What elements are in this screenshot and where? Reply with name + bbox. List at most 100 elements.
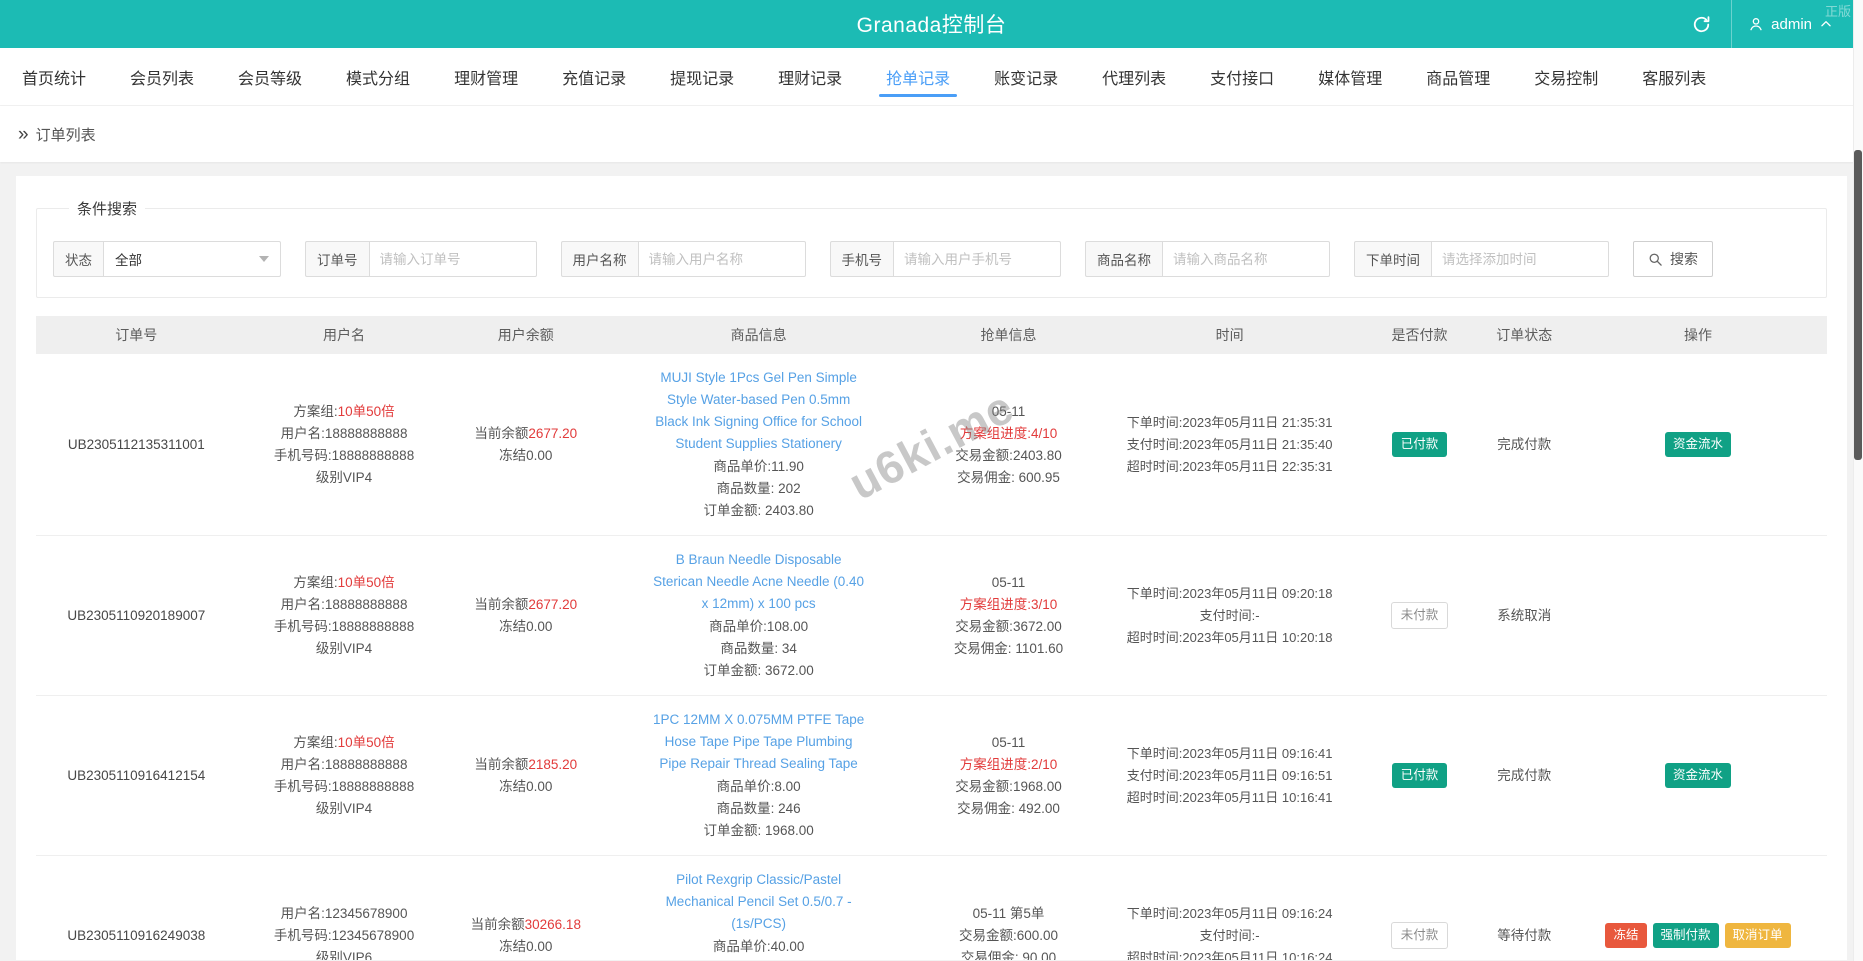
nav-tab-3[interactable]: 会员等级 xyxy=(238,48,302,105)
order-status: 等待付款 xyxy=(1485,925,1563,947)
user-level: 级别VIP4 xyxy=(243,467,446,489)
plan-value: 10单50倍 xyxy=(338,575,395,590)
cell-paid: 已付款 xyxy=(1360,354,1480,536)
cell-time: 下单时间:2023年05月11日 09:16:41支付时间:2023年05月11… xyxy=(1100,696,1360,856)
timeout-time: 超时时间:2023年05月11日 10:20:18 xyxy=(1106,627,1354,649)
timeout-time: 超时时间:2023年05月11日 10:16:41 xyxy=(1106,787,1354,809)
refresh-icon[interactable] xyxy=(1675,0,1727,48)
balance-value: 2677.20 xyxy=(528,597,577,612)
cell-order-no: UB2305110920189007 xyxy=(36,536,237,696)
plan-label: 方案组: xyxy=(293,404,337,419)
frozen-amount: 冻结0.00 xyxy=(457,616,594,638)
nav-tab-2[interactable]: 会员列表 xyxy=(130,48,194,105)
force-pay-button[interactable]: 强制付款 xyxy=(1653,923,1719,948)
user-icon xyxy=(1748,16,1764,32)
nav-tab-11[interactable]: 代理列表 xyxy=(1102,48,1166,105)
trade-amount: 交易金额:600.00 xyxy=(923,925,1094,947)
plan-label: 方案组: xyxy=(293,735,337,750)
cell-time: 下单时间:2023年05月11日 09:16:24支付时间:-超时时间:2023… xyxy=(1100,856,1360,961)
cell-order-no: UB2305110916249038 xyxy=(36,856,237,961)
cell-user: 用户名:12345678900手机号码:12345678900级别VIP6 xyxy=(237,856,452,961)
balance-value: 2677.20 xyxy=(528,426,577,441)
nav-tab-15[interactable]: 交易控制 xyxy=(1534,48,1598,105)
order-amount: 订单金额: 1968.00 xyxy=(606,820,911,842)
cell-user: 方案组:10单50倍用户名:18888888888手机号码:1888888888… xyxy=(237,536,452,696)
order-number: UB2305112135311001 xyxy=(42,434,231,456)
cell-status: 系统取消 xyxy=(1479,536,1569,696)
product-link[interactable]: MUJI Style 1Pcs Gel Pen Simple Style Wat… xyxy=(650,367,868,455)
nav-tab-6[interactable]: 充值记录 xyxy=(562,48,626,105)
product-link[interactable]: B Braun Needle Disposable Sterican Needl… xyxy=(650,549,868,615)
scrollbar-thumb[interactable] xyxy=(1854,150,1862,460)
cell-paid: 未付款 xyxy=(1360,856,1480,961)
cancel-order-button[interactable]: 取消订单 xyxy=(1725,923,1791,948)
nav-tab-13[interactable]: 媒体管理 xyxy=(1318,48,1382,105)
nav-tab-1[interactable]: 首页统计 xyxy=(22,48,86,105)
balance-line: 当前余额30266.18 xyxy=(457,914,594,936)
order-status: 完成付款 xyxy=(1485,434,1563,456)
balance-label: 当前余额 xyxy=(471,917,525,932)
user-name: 用户名:18888888888 xyxy=(243,594,446,616)
search-button-label: 搜索 xyxy=(1670,249,1698,269)
nav-tab-4[interactable]: 模式分组 xyxy=(346,48,410,105)
trade-amount: 交易金额:2403.80 xyxy=(923,445,1094,467)
filter-input[interactable] xyxy=(1162,241,1330,277)
cell-status: 完成付款 xyxy=(1479,696,1569,856)
fund-flow-button[interactable]: 资金流水 xyxy=(1665,763,1731,788)
cell-product: B Braun Needle Disposable Sterican Needl… xyxy=(600,536,917,696)
nav-tab-8[interactable]: 理财记录 xyxy=(778,48,842,105)
cell-actions: 冻结强制付款取消订单 xyxy=(1569,856,1827,961)
header-divider xyxy=(1731,0,1732,48)
cell-balance: 当前余额2677.20冻结0.00 xyxy=(451,536,600,696)
product-quantity: 商品数量: 246 xyxy=(606,798,911,820)
freeze-button[interactable]: 冻结 xyxy=(1605,923,1646,948)
cell-balance: 当前余额2677.20冻结0.00 xyxy=(451,354,600,536)
user-phone: 手机号码:12345678900 xyxy=(243,925,446,947)
frozen-amount: 冻结0.00 xyxy=(457,776,594,798)
balance-value: 2185.20 xyxy=(528,757,577,772)
cell-status: 等待付款 xyxy=(1479,856,1569,961)
filter-input[interactable] xyxy=(1431,241,1609,277)
product-link[interactable]: Pilot Rexgrip Classic/Pastel Mechanical … xyxy=(650,869,868,935)
status-select-value: 全部 xyxy=(115,249,142,269)
grab-date: 05-11 xyxy=(923,572,1094,594)
cell-product: 1PC 12MM X 0.075MM PTFE Tape Hose Tape P… xyxy=(600,696,917,856)
user-phone: 手机号码:18888888888 xyxy=(243,445,446,467)
fund-flow-button[interactable]: 资金流水 xyxy=(1665,432,1731,457)
order-amount: 订单金额: 2403.80 xyxy=(606,500,911,522)
caret-down-icon xyxy=(259,256,269,262)
user-plan-line: 方案组:10单50倍 xyxy=(243,732,446,754)
nav-tab-14[interactable]: 商品管理 xyxy=(1426,48,1490,105)
search-button[interactable]: 搜索 xyxy=(1633,241,1713,277)
filter-input[interactable] xyxy=(638,241,806,277)
user-phone: 手机号码:18888888888 xyxy=(243,776,446,798)
product-quantity: 商品数量: 34 xyxy=(606,638,911,660)
user-level: 级别VIP6 xyxy=(243,947,446,961)
nav-tab-12[interactable]: 支付接口 xyxy=(1210,48,1274,105)
vertical-scrollbar[interactable] xyxy=(1853,0,1863,961)
user-level: 级别VIP4 xyxy=(243,798,446,820)
cell-grab-info: 05-11方案组进度:3/10交易金额:3672.00交易佣金: 1101.60 xyxy=(917,536,1100,696)
column-header: 订单号 xyxy=(36,316,237,354)
nav-tab-9[interactable]: 抢单记录 xyxy=(886,48,950,105)
user-level: 级别VIP4 xyxy=(243,638,446,660)
search-panel-title: 条件搜索 xyxy=(69,198,145,219)
balance-label: 当前余额 xyxy=(474,757,528,772)
filter-group-3: 手机号 xyxy=(830,241,1062,277)
nav-tab-7[interactable]: 提现记录 xyxy=(670,48,734,105)
timeout-time: 超时时间:2023年05月11日 10:16:24 xyxy=(1106,947,1354,961)
cell-status: 完成付款 xyxy=(1479,354,1569,536)
order-number: UB2305110920189007 xyxy=(42,605,231,627)
status-filter-label: 状态 xyxy=(53,241,103,277)
product-link[interactable]: 1PC 12MM X 0.075MM PTFE Tape Hose Tape P… xyxy=(650,709,868,775)
status-select[interactable]: 全部 xyxy=(103,241,281,277)
nav-tab-16[interactable]: 客服列表 xyxy=(1642,48,1706,105)
column-header: 用户名 xyxy=(237,316,452,354)
filter-label: 用户名称 xyxy=(561,241,638,277)
filter-input[interactable] xyxy=(369,241,537,277)
filter-group-2: 用户名称 xyxy=(561,241,806,277)
nav-tab-10[interactable]: 账变记录 xyxy=(994,48,1058,105)
filter-input[interactable] xyxy=(893,241,1061,277)
nav-tab-5[interactable]: 理财管理 xyxy=(454,48,518,105)
status-filter: 状态 全部 xyxy=(53,241,281,277)
